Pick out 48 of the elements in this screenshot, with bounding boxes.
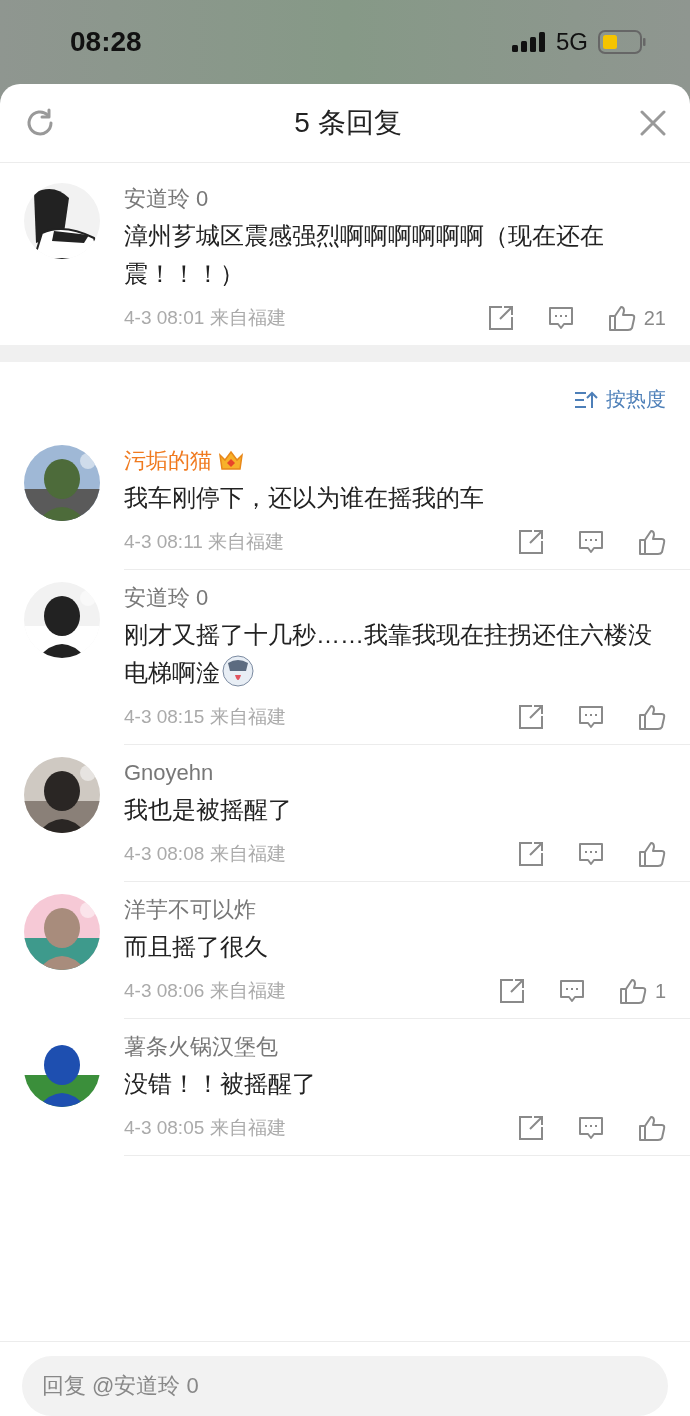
like-count: 1 [654, 979, 666, 1003]
reply-field[interactable]: 回复 @安道玲 0 [22, 1356, 668, 1416]
comment-icon[interactable] [578, 1115, 604, 1141]
share-icon[interactable] [498, 978, 525, 1004]
share-icon[interactable] [518, 1115, 544, 1141]
author-name[interactable]: 薯条火锅汉堡包 [124, 1029, 278, 1065]
share-icon[interactable] [487, 305, 514, 331]
comment-icon[interactable] [578, 529, 604, 555]
like-count: 21 [643, 306, 666, 330]
comment-icon[interactable] [578, 841, 604, 867]
like-icon[interactable] [607, 305, 636, 331]
status-time: 08:28 [70, 26, 142, 58]
like-icon[interactable] [638, 1115, 666, 1141]
author-name[interactable]: Gnoyehn [124, 755, 214, 791]
comment-text: 刚才又摇了十几秒……我靠我现在拄拐还住六楼没电梯啊淦 [124, 621, 652, 686]
like-icon[interactable] [638, 704, 666, 730]
comment-text: 而且摇了很久 [124, 933, 268, 960]
share-icon[interactable] [518, 841, 544, 867]
share-icon[interactable] [518, 704, 544, 730]
share-icon[interactable] [518, 529, 544, 555]
comment-time: 4-3 08:01 来自福建 [124, 306, 286, 330]
comment-time: 4-3 08:11 来自福建 [124, 530, 285, 554]
comment-time: 4-3 08:06 来自福建 [124, 979, 286, 1003]
comment-text: 漳州芗城区震感强烈啊啊啊啊啊啊（现在还在震！！！） [124, 221, 605, 289]
comment-time: 4-3 08:15 来自福建 [124, 705, 286, 729]
comment-icon[interactable] [578, 704, 604, 730]
like-icon[interactable] [638, 841, 666, 867]
comment-text: 没错！！被摇醒了 [124, 1070, 316, 1097]
comment-text: 我也是被摇醒了 [124, 796, 292, 823]
author-name[interactable]: 安道玲 0 [124, 181, 666, 217]
author-name[interactable]: 洋芋不可以炸 [124, 892, 256, 928]
like-icon[interactable] [618, 978, 647, 1004]
battery-icon [598, 30, 646, 54]
network-label: 5G [556, 28, 588, 56]
signal-icon [512, 32, 546, 52]
author-name[interactable]: 污垢的猫 [124, 443, 212, 479]
comment-icon[interactable] [547, 305, 574, 331]
sort-button[interactable]: 按热度 [574, 386, 666, 413]
crown-icon [218, 449, 244, 473]
close-icon[interactable] [640, 110, 666, 136]
author-name[interactable]: 安道玲 0 [124, 580, 209, 616]
sheet-title: 5 条回复 [294, 106, 402, 140]
comment-time: 4-3 08:08 来自福建 [124, 842, 286, 866]
comment-text: 我车刚停下，还以为谁在摇我的车 [124, 484, 484, 511]
sort-icon [574, 389, 598, 410]
like-icon[interactable] [638, 529, 666, 555]
comment-icon[interactable] [558, 978, 585, 1004]
comment-time: 4-3 08:05 来自福建 [124, 1116, 286, 1140]
